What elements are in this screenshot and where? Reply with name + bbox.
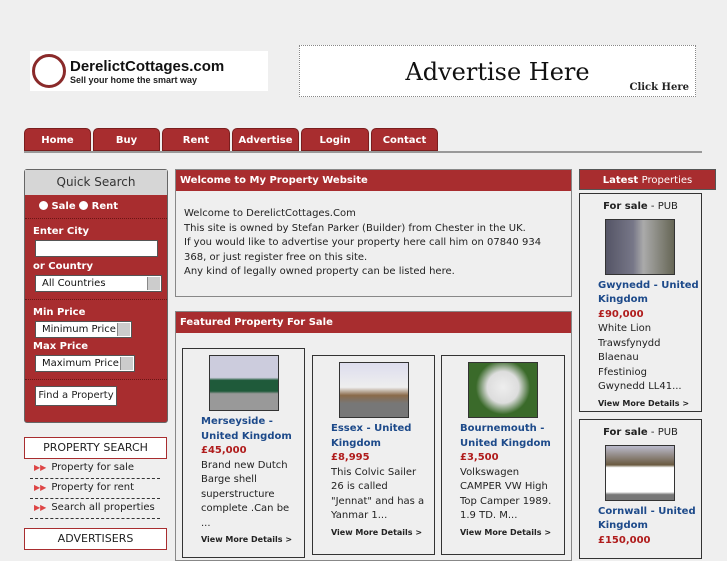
property-price: £3,500 [460, 452, 499, 463]
min-price-select[interactable]: Minimum Price [35, 321, 132, 338]
logo-icon [32, 54, 66, 88]
latest-card[interactable]: For sale - PUB Cornwall - United Kingdom… [579, 419, 702, 559]
advertisers-heading: ADVERTISERS [24, 528, 167, 550]
find-property-button[interactable]: Find a Property [35, 386, 117, 406]
property-description: Brand new Dutch Barge shell superstructu… [201, 459, 290, 529]
view-more-link[interactable]: View More Details > [331, 526, 434, 541]
property-location-link[interactable]: Gwynedd - United Kingdom [598, 279, 701, 308]
rent-radio[interactable] [79, 201, 89, 210]
property-image[interactable] [339, 362, 409, 418]
property-location-link[interactable]: Essex - United Kingdom [331, 422, 421, 451]
property-location-link[interactable]: Bournemouth - United Kingdom [460, 422, 555, 451]
property-location-link[interactable]: Merseyside - United Kingdom [201, 415, 304, 444]
welcome-line: This site is owned by Stefan Parker (Bui… [184, 222, 526, 234]
featured-card[interactable]: Bournemouth - United Kingdom £3,500 Volk… [441, 355, 565, 555]
property-description: This Colvic Sailer 26 is called "Jennat"… [331, 466, 425, 522]
welcome-line: If you would like to advertise your prop… [184, 237, 542, 263]
nav-contact[interactable]: Contact [371, 128, 438, 151]
logo-tagline: Sell your home the smart way [70, 74, 198, 85]
quick-search-panel: Quick Search Sale Rent Enter City or Cou… [24, 169, 168, 423]
country-select[interactable]: All Countries [35, 275, 162, 292]
property-image[interactable] [468, 362, 538, 418]
latest-card[interactable]: For sale - PUB Gwynedd - United Kingdom … [579, 193, 702, 412]
welcome-panel: Welcome to My Property Website Welcome t… [175, 169, 572, 297]
view-more-link[interactable]: View More Details > [598, 397, 701, 412]
property-price: £8,995 [331, 452, 370, 463]
property-price: £90,000 [598, 308, 644, 320]
double-arrow-icon: ▶▶ [34, 483, 47, 492]
city-input[interactable] [35, 240, 158, 257]
nav-divider [24, 151, 702, 153]
property-search-heading: PROPERTY SEARCH [24, 437, 167, 459]
country-label: or Country [33, 261, 93, 272]
featured-card[interactable]: Essex - United Kingdom £8,995 This Colvi… [312, 355, 435, 555]
sale-label: Sale [51, 201, 76, 212]
logo-title: DerelictCottages.com [70, 57, 225, 75]
welcome-line: Welcome to DerelictCottages.Com [184, 208, 356, 219]
property-image[interactable] [605, 444, 675, 501]
search-all-link[interactable]: ▶▶ Search all properties [30, 499, 160, 519]
max-price-select[interactable]: Maximum Price [35, 355, 135, 372]
featured-card[interactable]: Merseyside - United Kingdom £45,000 Bran… [182, 348, 305, 558]
advertise-banner[interactable]: Advertise Here Click Here [299, 45, 696, 97]
property-description: White Lion Trawsfynydd Blaenau Ffestinio… [598, 323, 682, 392]
min-price-label: Min Price [33, 307, 86, 318]
view-more-link[interactable]: View More Details > [460, 526, 564, 541]
chevron-down-icon [117, 323, 130, 336]
nav-buy[interactable]: Buy [93, 128, 160, 151]
chevron-down-icon [120, 357, 133, 370]
site-logo[interactable]: DerelictCottages.com Sell your home the … [30, 51, 268, 91]
city-label: Enter City [33, 226, 89, 237]
nav-login[interactable]: Login [301, 128, 369, 151]
welcome-line: Any kind of legally owned property can b… [184, 266, 455, 277]
nav-advertise[interactable]: Advertise [232, 128, 299, 151]
double-arrow-icon: ▶▶ [34, 463, 47, 472]
max-price-label: Max Price [33, 341, 89, 352]
nav-rent[interactable]: Rent [162, 128, 230, 151]
view-more-link[interactable]: View More Details > [201, 533, 304, 548]
nav-home[interactable]: Home [24, 128, 91, 151]
click-here-link[interactable]: Click Here [630, 82, 690, 93]
property-location-link[interactable]: Cornwall - United Kingdom [598, 505, 701, 534]
property-price: £45,000 [201, 445, 247, 456]
property-for-rent-link[interactable]: ▶▶ Property for rent [30, 479, 160, 499]
property-image[interactable] [605, 218, 675, 275]
welcome-title: Welcome to My Property Website [176, 170, 571, 191]
sale-radio[interactable] [39, 201, 48, 210]
rent-label: Rent [91, 201, 119, 212]
latest-properties-heading: Latest Properties [579, 169, 716, 190]
chevron-down-icon [147, 277, 160, 290]
featured-title: Featured Property For Sale [176, 312, 571, 333]
double-arrow-icon: ▶▶ [34, 503, 47, 512]
property-image[interactable] [209, 355, 279, 411]
property-price: £150,000 [598, 534, 651, 546]
property-description: Volkswagen CAMPER VW High Top Camper 198… [460, 466, 552, 522]
quick-search-title: Quick Search [25, 170, 167, 195]
property-for-sale-link[interactable]: ▶▶ Property for sale [30, 459, 160, 479]
